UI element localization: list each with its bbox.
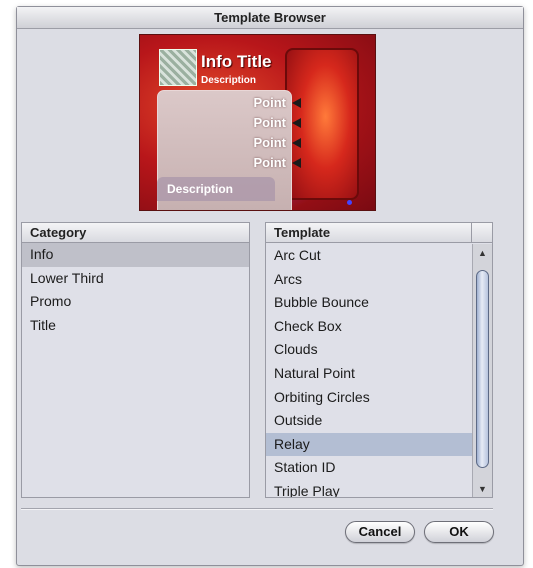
arrow-left-icon: [292, 98, 301, 108]
category-item-info[interactable]: Info: [22, 243, 249, 267]
header-divider: [471, 223, 472, 243]
category-item-lower-third[interactable]: Lower Third: [22, 267, 249, 291]
preview-point: Point: [253, 155, 287, 170]
preview-point: Point: [253, 115, 287, 130]
preview-description-top: Description: [201, 75, 257, 86]
category-item-promo[interactable]: Promo: [22, 290, 249, 314]
dialog-separator: [21, 508, 493, 510]
template-list[interactable]: Template Arc Cut Arcs Bubble Bounce Chec…: [265, 222, 493, 498]
category-list[interactable]: Category Info Lower Third Promo Title: [21, 222, 250, 498]
arrow-left-icon: [292, 158, 301, 168]
window-title: Template Browser: [17, 7, 523, 29]
arrow-left-icon: [292, 138, 301, 148]
template-list-scrollbar[interactable]: ▲ ▼: [472, 244, 492, 497]
template-preview: Info Title Description Point Point Point…: [139, 34, 376, 211]
template-item-station-id[interactable]: Station ID: [266, 456, 473, 480]
template-item-triple-play[interactable]: Triple Play: [266, 480, 473, 497]
template-item-outside[interactable]: Outside: [266, 409, 473, 433]
preview-dot-icon: [347, 200, 352, 205]
preview-description-bottom: Description: [157, 177, 275, 201]
triangle-up-icon[interactable]: ▲: [473, 246, 492, 260]
preview-point: Point: [253, 135, 287, 150]
cancel-button[interactable]: Cancel: [345, 521, 415, 543]
category-item-title[interactable]: Title: [22, 314, 249, 338]
template-item-bubble-bounce[interactable]: Bubble Bounce: [266, 291, 473, 315]
template-item-clouds[interactable]: Clouds: [266, 338, 473, 362]
category-header[interactable]: Category: [22, 223, 249, 243]
template-header-label: Template: [274, 225, 331, 240]
ok-button[interactable]: OK: [424, 521, 494, 543]
template-item-arcs[interactable]: Arcs: [266, 268, 473, 292]
arrow-left-icon: [292, 118, 301, 128]
preview-thumbnail-image: [159, 49, 197, 86]
template-item-check-box[interactable]: Check Box: [266, 315, 473, 339]
template-item-natural-point[interactable]: Natural Point: [266, 362, 473, 386]
preview-point: Point: [253, 95, 287, 110]
template-item-relay[interactable]: Relay: [266, 432, 473, 457]
template-item-arc-cut[interactable]: Arc Cut: [266, 244, 473, 268]
template-header[interactable]: Template: [266, 223, 492, 243]
scroll-thumb[interactable]: [476, 270, 489, 468]
triangle-down-icon[interactable]: ▼: [473, 482, 492, 496]
preview-title: Info Title: [201, 52, 272, 71]
template-item-orbiting-circles[interactable]: Orbiting Circles: [266, 386, 473, 410]
